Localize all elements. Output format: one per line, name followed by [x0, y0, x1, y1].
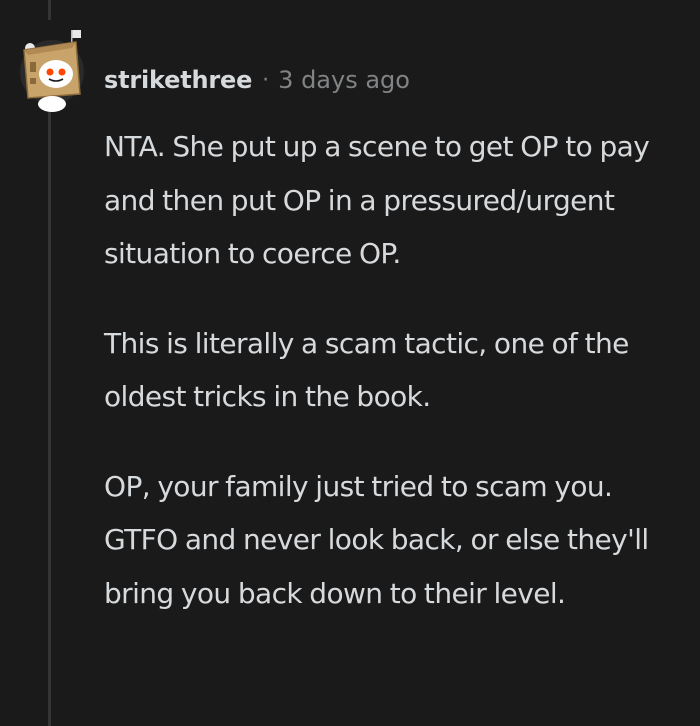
comment-paragraph: OP, your family just tried to scam you. …: [104, 469, 649, 610]
thread-collapse-line[interactable]: [48, 112, 51, 726]
comment-paragraph: This is literally a scam tactic, one of …: [104, 326, 629, 414]
comment-body: NTA. She put up a scene to get OP to pay…: [104, 120, 684, 656]
comment-timestamp[interactable]: 3 days ago: [278, 66, 410, 94]
comment-header: strikethree · 3 days ago: [104, 60, 410, 100]
username-link[interactable]: strikethree: [104, 66, 252, 94]
snoo-box-avatar-icon: [20, 30, 84, 112]
meta-separator: ·: [262, 67, 270, 93]
comment-paragraph: NTA. She put up a scene to get OP to pay…: [104, 130, 650, 270]
avatar[interactable]: [16, 28, 88, 112]
parent-thread-line[interactable]: [48, 0, 51, 20]
